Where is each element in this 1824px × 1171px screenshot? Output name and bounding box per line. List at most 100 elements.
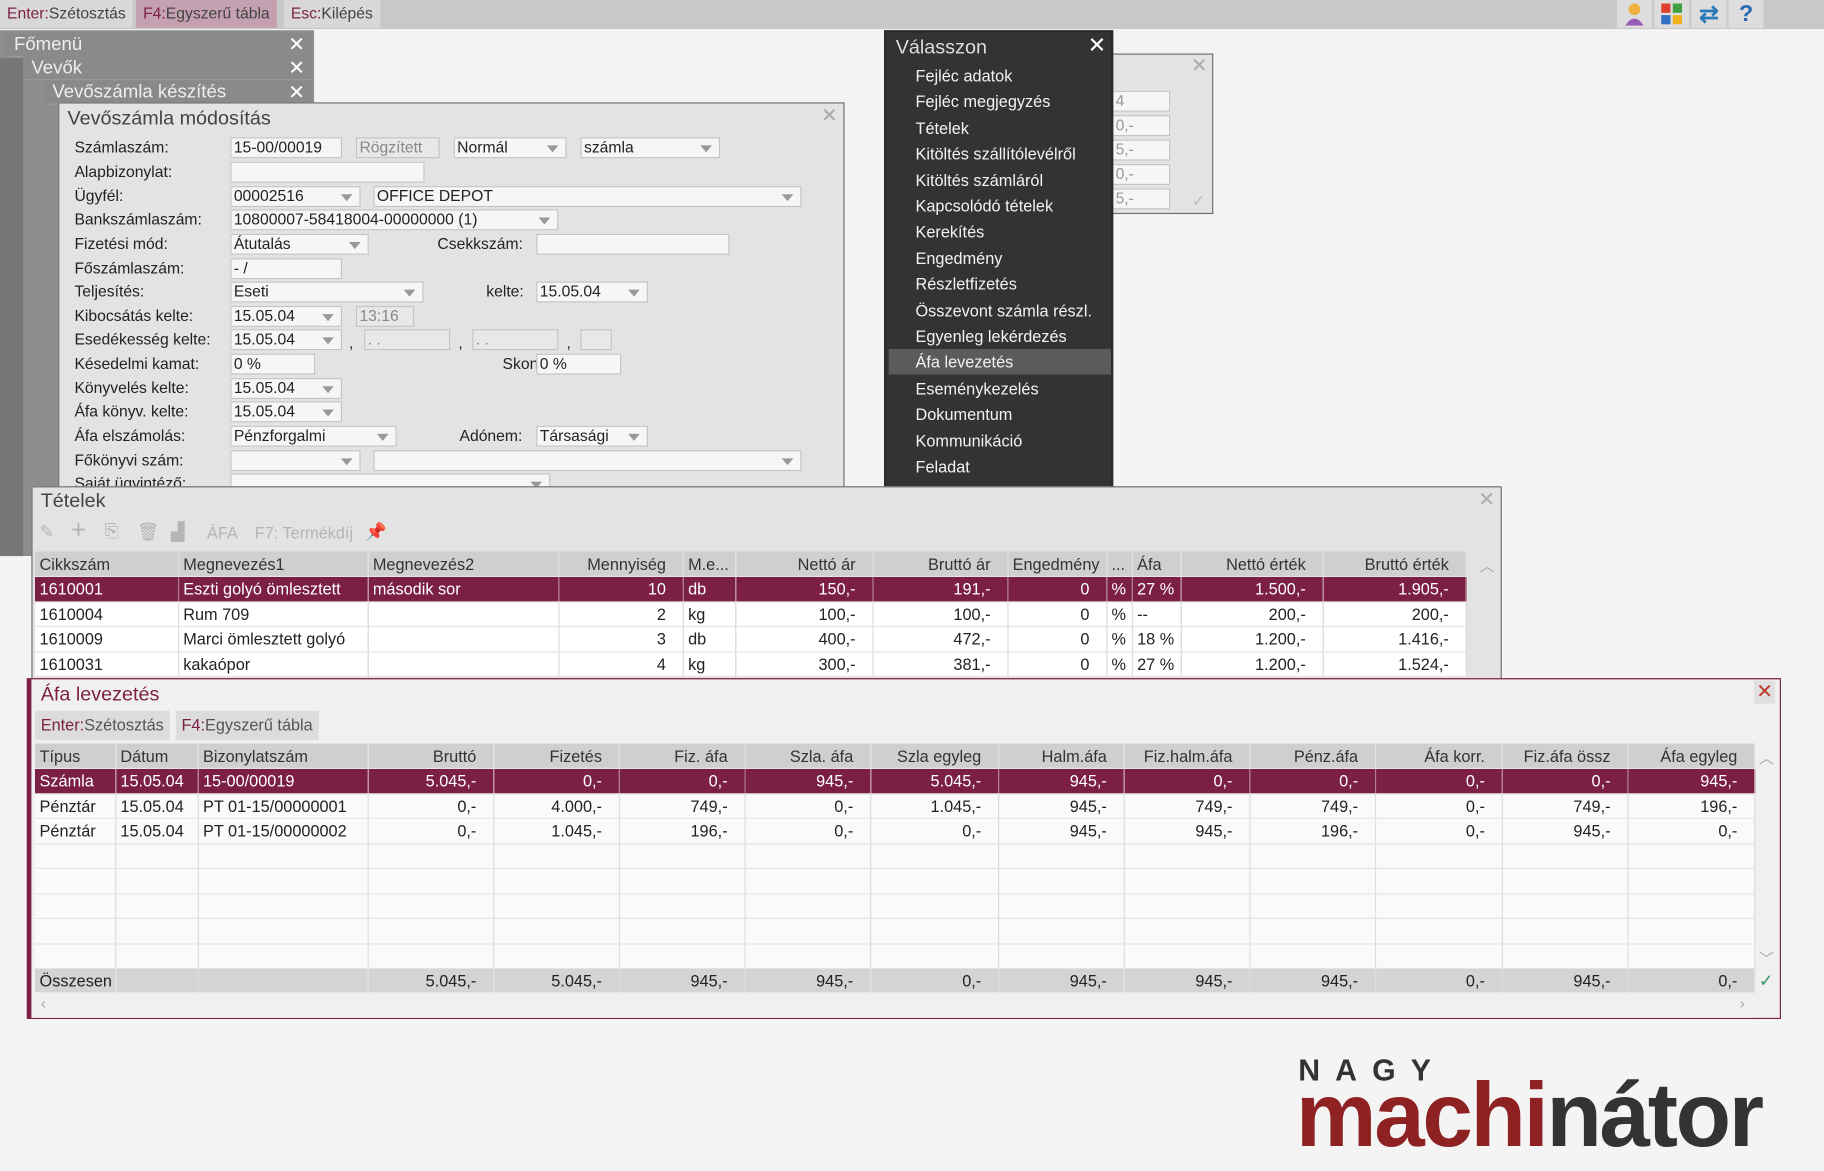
- termekdij-button[interactable]: F7: Termékdíj: [255, 523, 353, 542]
- column-header[interactable]: Dátum: [115, 743, 199, 769]
- column-header[interactable]: Nettó ár: [735, 551, 874, 577]
- check-number-field[interactable]: [536, 233, 730, 255]
- column-header[interactable]: Szla egyleg: [870, 743, 999, 769]
- close-icon[interactable]: ✕: [1191, 55, 1208, 78]
- enter-distribute-button[interactable]: Enter:Szétosztás: [0, 0, 133, 28]
- menu-item[interactable]: Kerekítés: [889, 219, 1111, 245]
- delete-trash-icon[interactable]: 🗑: [137, 521, 159, 542]
- column-header[interactable]: Fiz.halm.áfa: [1123, 743, 1250, 769]
- tax-type-dropdown[interactable]: Társasági: [536, 425, 648, 447]
- value-field[interactable]: 4: [1112, 90, 1171, 112]
- table-row[interactable]: 1610009 Marci ömlesztett golyó 3 db 400,- 472…: [34, 626, 1467, 652]
- horizontal-scrollbar[interactable]: ‹ ›: [34, 992, 1755, 1018]
- issue-date-dropdown[interactable]: 15.05.04: [230, 305, 343, 327]
- esc-exit-button[interactable]: Esc:Kilépés: [283, 0, 380, 28]
- bank-account-dropdown[interactable]: 10800007-58418004-00000000 (1): [230, 209, 559, 231]
- table-row[interactable]: Számla 15.05.04 15-00/00019 5.045,- 0,- 0,- 94…: [34, 768, 1755, 794]
- column-header[interactable]: Cikkszám: [34, 551, 179, 577]
- column-header[interactable]: Bruttó érték: [1322, 551, 1467, 577]
- due-date-3-field[interactable]: . .: [472, 329, 559, 351]
- late-interest-field[interactable]: 0 %: [230, 353, 316, 375]
- issue-time-field[interactable]: 13:16: [355, 305, 415, 327]
- column-header[interactable]: Mennyiség: [558, 551, 684, 577]
- due-date-2-field[interactable]: . .: [364, 329, 451, 351]
- close-icon[interactable]: ✕: [1478, 489, 1495, 512]
- scroll-down-icon[interactable]: ﹀: [1759, 947, 1774, 969]
- afa-button[interactable]: ÁFA: [207, 523, 238, 542]
- customer-code-dropdown[interactable]: 00002516: [230, 186, 361, 208]
- type-dropdown[interactable]: Normál: [453, 137, 567, 159]
- booking-date-dropdown[interactable]: 15.05.04: [230, 378, 343, 400]
- menu-item[interactable]: Részletfizetés: [889, 271, 1111, 297]
- alapbizonylat-field[interactable]: [230, 161, 425, 183]
- value-field[interactable]: 0,-: [1112, 164, 1171, 185]
- column-header[interactable]: Bizonylatszám: [197, 743, 369, 769]
- close-icon[interactable]: ✕: [1753, 680, 1776, 704]
- main-invoice-field[interactable]: - /: [230, 258, 343, 280]
- copy-icon[interactable]: ⎘: [105, 521, 119, 541]
- payment-method-dropdown[interactable]: Átutalás: [230, 233, 369, 255]
- column-header[interactable]: Szla. áfa: [744, 743, 871, 769]
- factory-icon[interactable]: ▟: [171, 521, 184, 542]
- column-header[interactable]: Bruttó: [367, 743, 494, 769]
- window-fomenu[interactable]: Főmenü ✕: [5, 32, 312, 58]
- value-field[interactable]: 0,-: [1112, 115, 1171, 137]
- column-header[interactable]: Halm.áfa: [998, 743, 1125, 769]
- menu-item[interactable]: Összevont számla részl.: [889, 297, 1111, 323]
- document-type-dropdown[interactable]: számla: [580, 137, 721, 159]
- table-row[interactable]: 1610031 kakaópor 4 kg 300,- 381,- 0% 27 % 1.200,…: [34, 651, 1467, 678]
- close-icon[interactable]: ✕: [288, 33, 305, 57]
- f4-simple-table-button[interactable]: F4:Egyszerű tábla: [175, 710, 319, 740]
- column-header[interactable]: Fiz. áfa: [618, 743, 746, 769]
- table-row[interactable]: Pénztár 15.05.04 PT 01-15/00000002 0,- 1.045…: [34, 818, 1755, 844]
- menu-item[interactable]: Kitöltés számláról: [889, 167, 1111, 193]
- column-header[interactable]: M.e...: [682, 551, 736, 577]
- table-row[interactable]: 1610004 Rum 709 2 kg 100,- 100,- 0% -- 200,- 200,…: [34, 601, 1467, 627]
- column-header[interactable]: Fizetés: [493, 743, 620, 769]
- close-icon[interactable]: ✕: [821, 105, 838, 128]
- f4-simple-table-button[interactable]: F4:Egyszerű tábla: [136, 0, 277, 28]
- column-header[interactable]: Megnevezés2: [367, 551, 559, 577]
- menu-item[interactable]: Feladat: [889, 454, 1111, 480]
- menu-item[interactable]: Fejléc megjegyzés: [889, 89, 1111, 115]
- column-header[interactable]: ...: [1106, 551, 1133, 577]
- vat-booking-date-dropdown[interactable]: 15.05.04: [230, 401, 343, 423]
- close-icon[interactable]: ✕: [288, 80, 305, 104]
- swap-arrows-icon[interactable]: ⇄: [1690, 0, 1727, 28]
- confirm-check-icon[interactable]: ✓: [1759, 970, 1774, 991]
- scroll-up-icon[interactable]: ︿: [1759, 746, 1774, 768]
- column-header[interactable]: Áfa korr.: [1374, 743, 1503, 769]
- column-header[interactable]: Pénz.áfa: [1249, 743, 1376, 769]
- column-header[interactable]: Áfa: [1131, 551, 1182, 577]
- scroll-left-icon[interactable]: ‹: [41, 995, 46, 1012]
- column-header[interactable]: Áfa egyleg: [1627, 743, 1755, 769]
- value-field[interactable]: 5,-: [1112, 139, 1171, 161]
- skonto-field[interactable]: 0 %: [536, 353, 622, 375]
- window-vevoszamla-keszites[interactable]: Vevőszámla készítés ✕: [44, 80, 312, 105]
- window-vevok[interactable]: Vevők ✕: [23, 55, 312, 81]
- ledger-name-dropdown[interactable]: [373, 450, 802, 472]
- menu-item[interactable]: Kitöltés szállítólevélről: [889, 141, 1111, 167]
- edit-pencil-icon[interactable]: ✎: [40, 521, 55, 542]
- menu-item[interactable]: Eseménykezelés: [889, 375, 1111, 401]
- fulfillment-dropdown[interactable]: Eseti: [230, 281, 424, 303]
- customer-name-dropdown[interactable]: OFFICE DEPOT: [373, 186, 802, 208]
- menu-item[interactable]: Fejléc adatok: [889, 63, 1111, 89]
- column-header[interactable]: Nettó érték: [1180, 551, 1324, 577]
- szamlaszam-field[interactable]: 15-00/00019: [230, 137, 343, 159]
- column-header[interactable]: Engedmény: [1007, 551, 1107, 577]
- due-extra-field[interactable]: [580, 329, 612, 351]
- fulfillment-date-dropdown[interactable]: 15.05.04: [536, 281, 648, 303]
- menu-item[interactable]: Kommunikáció: [889, 428, 1111, 454]
- vat-accounting-dropdown[interactable]: Pénzforgalmi: [230, 425, 397, 447]
- column-header[interactable]: Fiz.áfa össz: [1501, 743, 1628, 769]
- column-header[interactable]: Típus: [34, 743, 116, 769]
- menu-item[interactable]: Tételek: [889, 115, 1111, 141]
- menu-item[interactable]: Egyenleg lekérdezés: [889, 323, 1111, 349]
- close-icon[interactable]: ✕: [1088, 33, 1107, 60]
- enter-distribute-button[interactable]: Enter:Szétosztás: [34, 710, 170, 740]
- value-field[interactable]: 5,-: [1112, 188, 1171, 210]
- menu-item[interactable]: Áfa levezetés: [888, 349, 1111, 376]
- scroll-up-icon[interactable]: ︿: [1480, 554, 1495, 576]
- scroll-right-icon[interactable]: ›: [1740, 995, 1745, 1012]
